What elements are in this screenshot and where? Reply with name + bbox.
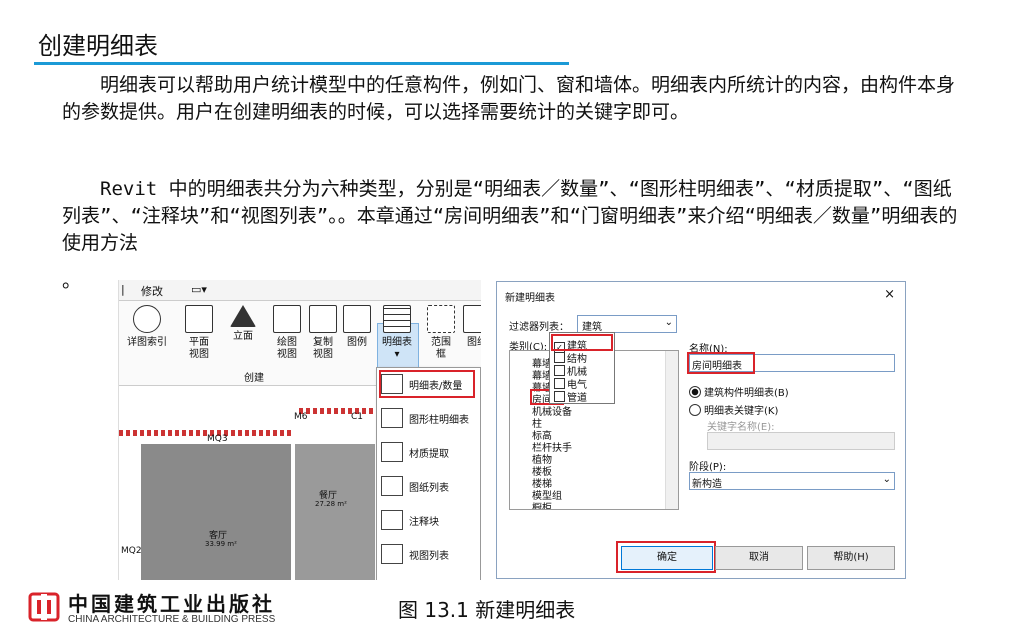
phase-select[interactable]: 新构造 ⌄ [689, 472, 895, 490]
drafting-view-icon [273, 305, 301, 333]
tab-modify[interactable]: 修改 [141, 283, 163, 299]
list-scrollbar[interactable] [665, 351, 678, 509]
plan-view-tool[interactable]: 平面 视图 [179, 305, 219, 361]
sheet-icon [463, 305, 481, 333]
schedule-icon [383, 305, 411, 333]
elevation-icon [230, 305, 256, 327]
close-icon[interactable]: × [884, 287, 895, 302]
wall-dashed [299, 408, 379, 414]
wall-tag: MQ3 [207, 434, 228, 444]
radio-building-components[interactable]: 建筑构件明细表(B) [689, 384, 789, 399]
title-underline [34, 62, 569, 65]
paragraph-3: 。 [62, 270, 82, 292]
room-hatch [295, 444, 375, 580]
filter-list-label: 过滤器列表： [509, 322, 569, 333]
room-hatch [141, 444, 291, 580]
quick-access-dropdown[interactable]: ▭▾ [191, 283, 207, 296]
scope-box-icon [427, 305, 455, 333]
publisher-name-cn: 中国建筑工业出版社 [68, 592, 275, 616]
publisher-name-en: CHINA ARCHITECTURE & BUILDING PRESS [68, 614, 276, 625]
key-name-label: 关键字名称(E): [707, 422, 775, 433]
schedules-tool[interactable]: 明细表 ▾ [377, 305, 417, 361]
create-group-label: 创建 [244, 373, 264, 384]
material-takeoff-icon [381, 442, 403, 462]
paragraph-1: 明细表可以帮助用户统计模型中的任意构件，例如门、窗和墙体。明细表内所统计的内容，… [62, 74, 956, 123]
publisher-logo-icon [28, 592, 60, 622]
column-schedule-icon [381, 408, 403, 428]
chevron-down-icon: ⌄ [664, 317, 673, 328]
legend-tool[interactable]: 图例 [337, 305, 377, 349]
drafting-view-tool[interactable]: 绘图 视图 [267, 305, 307, 361]
paragraph-2: Revit 中的明细表共分为六种类型，分别是“明细表／数量”、“图形柱明细表”、… [62, 178, 958, 254]
highlight-box [616, 541, 716, 573]
chevron-down-icon: ⌄ [882, 474, 891, 485]
callout-icon [133, 305, 161, 333]
menu-item-note-block[interactable]: 注释块 [381, 508, 477, 530]
figure-caption: 图 13.1 新建明细表 [398, 598, 576, 622]
note-block-icon [381, 510, 403, 530]
view-list-icon [381, 544, 403, 564]
phase-label: 阶段(P): [689, 462, 727, 473]
duplicate-view-icon [309, 305, 337, 333]
highlight-box [379, 370, 475, 398]
new-schedule-dialog: 新建明细表 × 过滤器列表： 建筑 ⌄ 类别(C): 幕墙嵌板 幕墙竖梃 幕墙系… [496, 281, 906, 579]
list-item[interactable]: 橱柜 [532, 499, 552, 509]
schedules-dropdown-menu: 明细表/数量 图形柱明细表 材质提取 图纸列表 注释块 视图列表 [376, 367, 481, 580]
wall-tag-vertical: MQ2 [121, 546, 142, 556]
menu-item-graphical-column-schedule[interactable]: 图形柱明细表 [381, 406, 477, 428]
sheet-list-icon [381, 476, 403, 496]
room-area: 27.28 m² [315, 500, 347, 508]
sheet-tool[interactable]: 图纸 [457, 305, 481, 349]
cancel-button[interactable]: 取消 [715, 546, 803, 570]
dialog-title: 新建明细表 [505, 293, 555, 304]
filter-option-piping[interactable]: 管道 [554, 389, 587, 404]
room-area: 33.99 m² [205, 540, 237, 548]
help-button[interactable]: 帮助(H) [807, 546, 895, 570]
filter-list-select[interactable]: 建筑 ⌄ [577, 315, 677, 333]
radio-schedule-keys[interactable]: 明细表关键字(K) [689, 402, 778, 417]
highlight-box [687, 352, 755, 374]
door-tag: M6 [294, 412, 308, 422]
ribbon-tabbar: | 修改 ▭▾ [119, 280, 481, 301]
callout-tool[interactable]: 详图索引 [127, 305, 167, 349]
window-tag: C1 [351, 412, 364, 422]
plan-view-icon [185, 305, 213, 333]
menu-item-sheet-list[interactable]: 图纸列表 [381, 474, 477, 496]
revit-ribbon-screenshot: | 修改 ▭▾ 详图索引 平面 视图 立面 绘图 视图 复制 视图 图例 明细表 ▾ 范… [118, 280, 481, 580]
highlight-box [551, 334, 613, 351]
scope-box-tool[interactable]: 范围框 [421, 305, 461, 361]
radio-selected-icon [689, 386, 701, 398]
radio-icon [689, 404, 701, 416]
legend-icon [343, 305, 371, 333]
menu-item-view-list[interactable]: 视图列表 [381, 542, 477, 564]
elevation-tool[interactable]: 立面 [223, 305, 263, 343]
menu-item-material-takeoff[interactable]: 材质提取 [381, 440, 477, 462]
key-name-input[interactable] [707, 432, 895, 450]
filter-options-popup: ✓ 建筑 结构 机械 电气 管道 [549, 332, 615, 404]
page-title: 创建明细表 [38, 32, 158, 60]
